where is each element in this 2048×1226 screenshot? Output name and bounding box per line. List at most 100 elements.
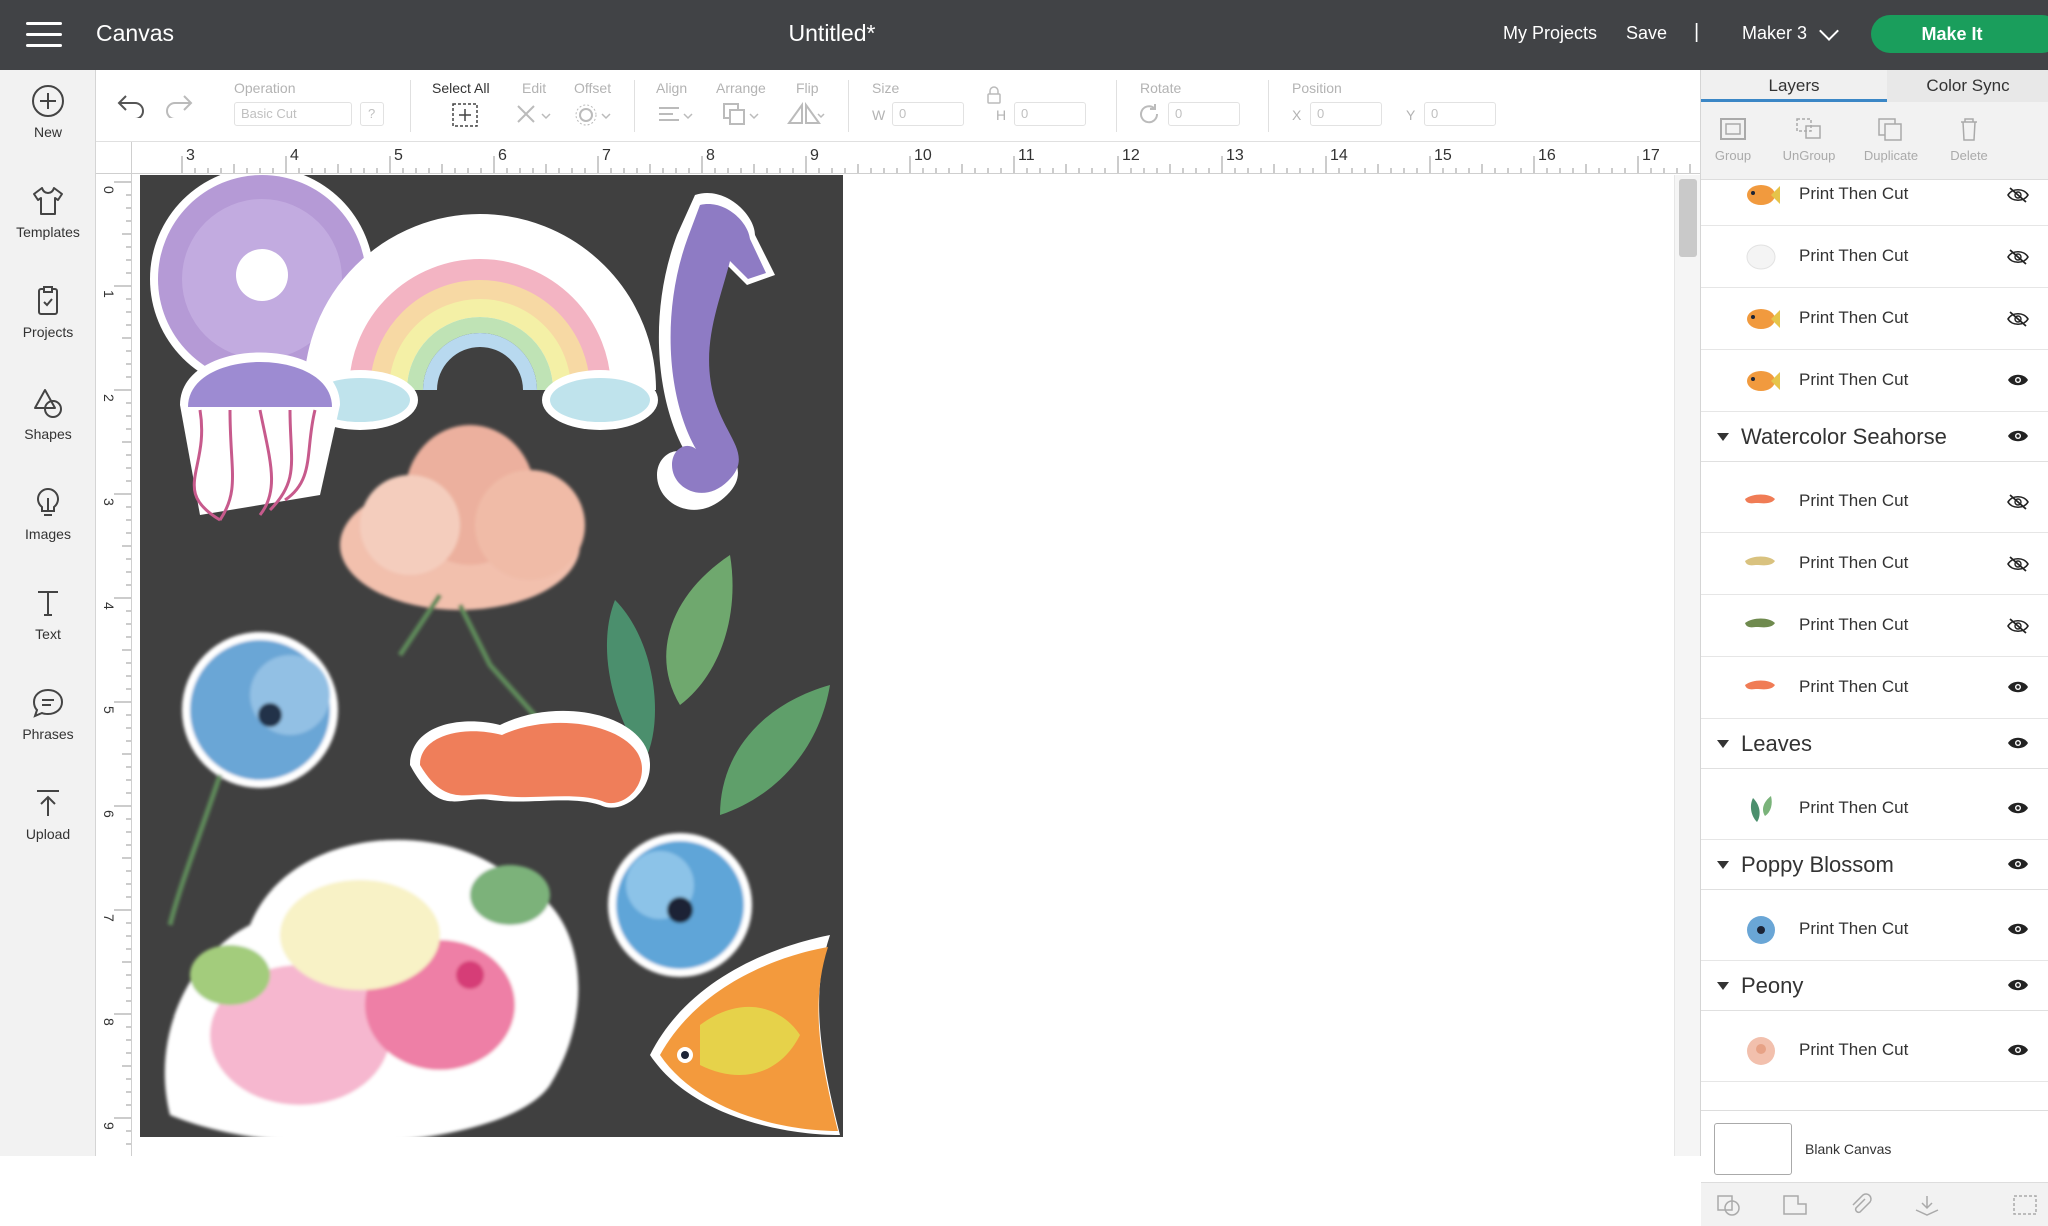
machine-selector[interactable]: Maker 3: [1742, 23, 1807, 44]
layer-group-row[interactable]: Leaves: [1701, 719, 2048, 769]
eye-icon[interactable]: [2007, 372, 2029, 388]
layer-thumbnail: [1747, 185, 1780, 205]
sidebar-item-templates[interactable]: Templates: [0, 184, 96, 240]
expand-triangle-icon[interactable]: [1717, 740, 1729, 748]
layer-group-row[interactable]: Poppy Blossom: [1701, 840, 2048, 890]
layer-group-row[interactable]: Watercolor Seahorse: [1701, 412, 2048, 462]
layer-group-row[interactable]: Peony: [1701, 961, 2048, 1011]
rainbow-sticker[interactable]: [302, 214, 658, 430]
x-position-input[interactable]: 0: [1310, 102, 1382, 126]
sidebar-item-images[interactable]: Images: [0, 486, 96, 542]
sidebar-item-phrases[interactable]: Phrases: [0, 686, 96, 742]
sidebar-item-upload[interactable]: Upload: [0, 786, 96, 842]
operation-help-button[interactable]: ?: [360, 102, 384, 126]
combine-icon[interactable]: [1781, 1193, 1809, 1217]
edit-scissors-icon[interactable]: [514, 102, 552, 128]
purple-seahorse-sticker[interactable]: [657, 193, 775, 510]
blank-canvas-label: Blank Canvas: [1805, 1141, 1892, 1157]
rotate-input[interactable]: 0: [1168, 102, 1240, 126]
ruler-label: 15: [1434, 147, 1452, 164]
document-title[interactable]: Untitled*: [0, 20, 1664, 47]
expand-triangle-icon[interactable]: [1717, 982, 1729, 990]
lock-icon[interactable]: [986, 86, 1002, 104]
expand-triangle-icon[interactable]: [1717, 433, 1729, 441]
topbar-separator: |: [1694, 21, 1700, 43]
ruler-label: 8: [101, 1018, 117, 1026]
scrollbar-thumb[interactable]: [1679, 179, 1697, 257]
slice-icon[interactable]: [1715, 1193, 1743, 1217]
sidebar-item-text[interactable]: Text: [0, 586, 96, 642]
group-button[interactable]: Group: [1693, 116, 1773, 163]
eye-hidden-icon[interactable]: [2007, 310, 2029, 328]
eye-icon[interactable]: [2007, 921, 2029, 937]
layer-row[interactable]: Print Then Cut: [1701, 657, 2048, 719]
jellyfish-sticker[interactable]: [180, 352, 340, 522]
width-input[interactable]: 0: [892, 102, 964, 126]
make-it-button[interactable]: Make It: [1871, 15, 2048, 53]
ungroup-button[interactable]: UnGroup: [1769, 116, 1849, 163]
eye-icon[interactable]: [2007, 679, 2029, 695]
undo-icon[interactable]: [116, 90, 148, 118]
y-position-input[interactable]: 0: [1424, 102, 1496, 126]
eye-hidden-icon[interactable]: [2007, 555, 2029, 573]
redo-icon[interactable]: [162, 90, 194, 118]
layer-row[interactable]: Print Then Cut: [1701, 350, 2048, 412]
sidebar-item-projects[interactable]: Projects: [0, 284, 96, 340]
sidebar-item-new[interactable]: New: [0, 84, 96, 140]
sidebar-item-shapes[interactable]: Shapes: [0, 386, 96, 442]
eye-hidden-icon[interactable]: [2007, 248, 2029, 266]
arrange-icon[interactable]: [722, 102, 760, 128]
layer-row[interactable]: Print Then Cut: [1701, 288, 2048, 350]
peach-flower-sticker[interactable]: [340, 425, 585, 757]
tab-color-sync[interactable]: Color Sync: [1887, 70, 2048, 102]
layer-row[interactable]: Print Then Cut: [1701, 533, 2048, 595]
ruler-label: 3: [101, 498, 117, 506]
layer-row[interactable]: Print Then Cut: [1701, 778, 2048, 840]
save-button[interactable]: Save: [1626, 23, 1667, 44]
canvas-color-swatch[interactable]: [1714, 1123, 1792, 1175]
layer-row[interactable]: Print Then Cut: [1701, 226, 2048, 288]
layer-row[interactable]: Print Then Cut: [1701, 180, 2048, 226]
attach-icon[interactable]: [1847, 1193, 1875, 1217]
rotate-icon[interactable]: [1138, 102, 1162, 128]
operation-select[interactable]: Basic Cut: [234, 102, 352, 126]
eye-icon[interactable]: [2007, 428, 2029, 444]
eye-hidden-icon[interactable]: [2007, 493, 2029, 511]
cutting-mat[interactable]: [140, 167, 843, 1144]
layer-row[interactable]: Print Then Cut: [1701, 595, 2048, 657]
tab-layers[interactable]: Layers: [1701, 70, 1887, 102]
blue-poppy-sticker[interactable]: [608, 833, 752, 977]
delete-button[interactable]: Delete: [1929, 116, 2009, 163]
blank-canvas-row[interactable]: Blank Canvas: [1701, 1110, 2048, 1182]
flip-icon[interactable]: [786, 102, 826, 128]
eye-hidden-icon[interactable]: [2007, 617, 2029, 635]
flatten-icon[interactable]: [1913, 1193, 1941, 1217]
expand-triangle-icon[interactable]: [1717, 861, 1729, 869]
eye-icon[interactable]: [2007, 735, 2029, 751]
contour-icon[interactable]: [2011, 1193, 2039, 1217]
floral-bouquet-sticker[interactable]: [164, 839, 579, 1144]
sidebar-item-label: New: [33, 124, 62, 140]
canvas-vertical-scrollbar[interactable]: [1674, 175, 1700, 1156]
layer-row[interactable]: Print Then Cut: [1701, 471, 2048, 533]
left-sidebar: New Templates Projects Shapes Images Tex…: [0, 70, 96, 1156]
eye-icon[interactable]: [2007, 856, 2029, 872]
height-input[interactable]: 0: [1014, 102, 1086, 126]
eye-icon[interactable]: [2007, 800, 2029, 816]
offset-icon[interactable]: [574, 102, 612, 128]
orange-seahorse-sticker[interactable]: [410, 710, 650, 808]
eye-hidden-icon[interactable]: [2007, 186, 2029, 204]
layer-row[interactable]: Print Then Cut: [1701, 1020, 2048, 1082]
duplicate-button[interactable]: Duplicate: [1851, 116, 1931, 163]
chevron-down-icon[interactable]: [1819, 21, 1839, 41]
my-projects-link[interactable]: My Projects: [1503, 23, 1597, 44]
sticker-artwork[interactable]: [140, 167, 843, 1144]
layer-thumbnail: [1745, 494, 1775, 504]
eye-icon[interactable]: [2007, 1042, 2029, 1058]
layer-row[interactable]: Print Then Cut: [1701, 899, 2048, 961]
layer-label: Print Then Cut: [1799, 919, 1909, 938]
layer-label: Print Then Cut: [1799, 370, 1909, 389]
select-all-icon[interactable]: [451, 102, 479, 128]
align-icon[interactable]: [656, 102, 694, 128]
eye-icon[interactable]: [2007, 977, 2029, 993]
